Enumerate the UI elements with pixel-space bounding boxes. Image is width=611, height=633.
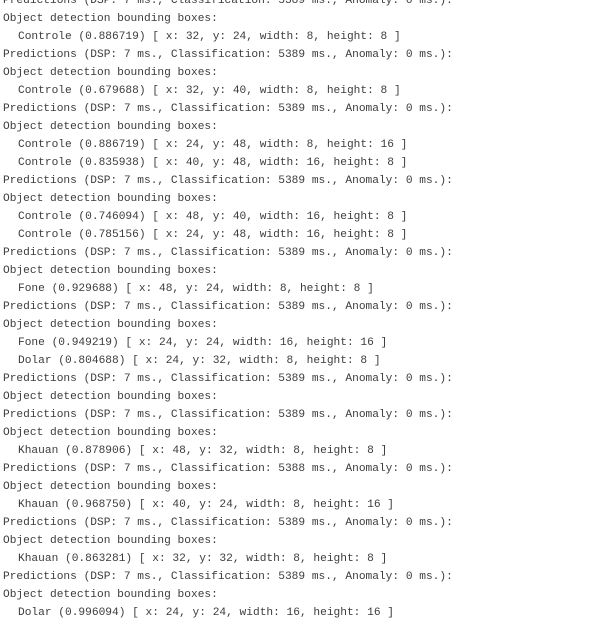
bbox-heading-line: Object detection bounding boxes: <box>3 391 218 403</box>
prediction-header-line: Predictions (DSP: 7 ms., Classification:… <box>3 571 453 583</box>
bbox-heading-line: Object detection bounding boxes: <box>3 67 218 79</box>
prediction-header-line: Predictions (DSP: 7 ms., Classification:… <box>3 301 453 313</box>
bbox-heading-line: Object detection bounding boxes: <box>3 589 218 601</box>
bounding-box-entry: Controle (0.886719) [ x: 32, y: 24, widt… <box>18 31 401 43</box>
bounding-box-entry: Controle (0.835938) [ x: 40, y: 48, widt… <box>18 157 408 169</box>
bbox-heading-line: Object detection bounding boxes: <box>3 13 218 25</box>
bounding-box-entry: Khauan (0.878906) [ x: 48, y: 32, width:… <box>18 445 388 457</box>
prediction-header-line: Predictions (DSP: 7 ms., Classification:… <box>3 175 453 187</box>
prediction-header-line: Predictions (DSP: 7 ms., Classification:… <box>3 373 453 385</box>
bounding-box-entry: Fone (0.949219) [ x: 24, y: 24, width: 1… <box>18 337 388 349</box>
prediction-header-line: Predictions (DSP: 7 ms., Classification:… <box>3 0 453 7</box>
bbox-heading-line: Object detection bounding boxes: <box>3 265 218 277</box>
bbox-heading-line: Object detection bounding boxes: <box>3 121 218 133</box>
bbox-heading-line: Object detection bounding boxes: <box>3 319 218 331</box>
bounding-box-entry: Controle (0.886719) [ x: 24, y: 48, widt… <box>18 139 408 151</box>
serial-monitor-output[interactable]: Predictions (DSP: 7 ms., Classification:… <box>3 0 608 622</box>
bounding-box-entry: Khauan (0.968750) [ x: 40, y: 24, width:… <box>18 499 394 511</box>
prediction-header-line: Predictions (DSP: 7 ms., Classification:… <box>3 517 453 529</box>
bounding-box-entry: Fone (0.929688) [ x: 48, y: 24, width: 8… <box>18 283 374 295</box>
bbox-heading-line: Object detection bounding boxes: <box>3 535 218 547</box>
bounding-box-entry: Controle (0.785156) [ x: 24, y: 48, widt… <box>18 229 408 241</box>
bounding-box-entry: Dolar (0.996094) [ x: 24, y: 24, width: … <box>18 607 394 619</box>
prediction-header-line: Predictions (DSP: 7 ms., Classification:… <box>3 463 453 475</box>
bounding-box-entry: Dolar (0.804688) [ x: 24, y: 32, width: … <box>18 355 381 367</box>
bbox-heading-line: Object detection bounding boxes: <box>3 427 218 439</box>
prediction-header-line: Predictions (DSP: 7 ms., Classification:… <box>3 247 453 259</box>
prediction-header-line: Predictions (DSP: 7 ms., Classification:… <box>3 49 453 61</box>
bounding-box-entry: Khauan (0.863281) [ x: 32, y: 32, width:… <box>18 553 388 565</box>
prediction-header-line: Predictions (DSP: 7 ms., Classification:… <box>3 409 453 421</box>
bounding-box-entry: Controle (0.679688) [ x: 32, y: 40, widt… <box>18 85 401 97</box>
bbox-heading-line: Object detection bounding boxes: <box>3 481 218 493</box>
bbox-heading-line: Object detection bounding boxes: <box>3 193 218 205</box>
bounding-box-entry: Controle (0.746094) [ x: 48, y: 40, widt… <box>18 211 408 223</box>
prediction-header-line: Predictions (DSP: 7 ms., Classification:… <box>3 103 453 115</box>
